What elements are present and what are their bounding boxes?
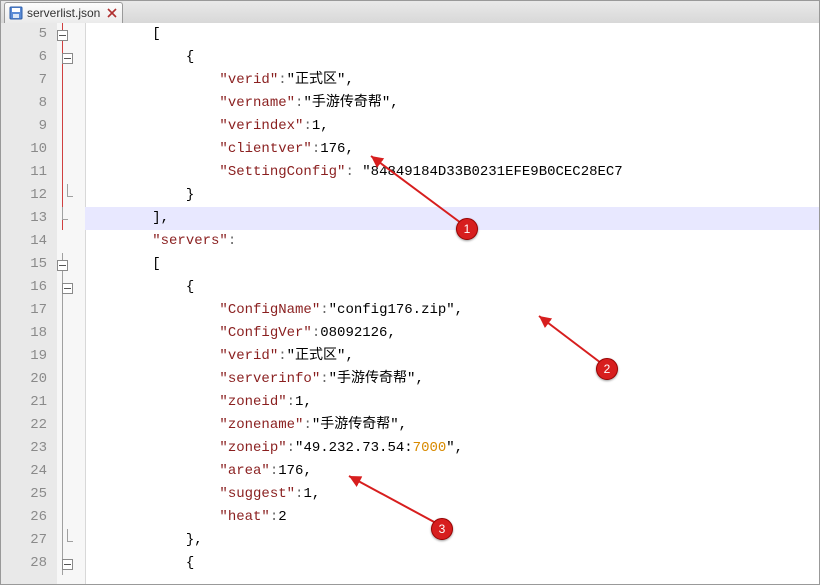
annotation-badge-3: 3	[431, 518, 453, 540]
line-number: 5	[1, 23, 57, 46]
code-line[interactable]: "suggest":1,	[85, 483, 819, 506]
fold-toggle-icon[interactable]	[57, 260, 68, 271]
code-line[interactable]: "servers":	[85, 230, 819, 253]
code-line[interactable]: "vername":"手游传奇帮",	[85, 92, 819, 115]
save-icon	[9, 6, 23, 20]
fold-toggle-icon[interactable]	[57, 30, 68, 41]
code-line[interactable]: "SettingConfig": "84849184D33B0231EFE9B0…	[85, 161, 819, 184]
code-line[interactable]: "serverinfo":"手游传奇帮",	[85, 368, 819, 391]
code-line[interactable]: {	[85, 46, 819, 69]
tab-close-icon[interactable]	[106, 7, 118, 19]
fold-toggle-icon[interactable]	[62, 53, 73, 64]
line-number: 7	[1, 69, 57, 92]
line-number: 17	[1, 299, 57, 322]
line-number: 21	[1, 391, 57, 414]
code-line[interactable]: [	[85, 253, 819, 276]
line-number: 8	[1, 92, 57, 115]
line-number: 19	[1, 345, 57, 368]
line-number: 25	[1, 483, 57, 506]
line-number: 22	[1, 414, 57, 437]
line-number: 23	[1, 437, 57, 460]
code-line[interactable]: ],	[85, 207, 819, 230]
code-line[interactable]: "zonename":"手游传奇帮",	[85, 414, 819, 437]
line-number: 18	[1, 322, 57, 345]
code-line[interactable]: "ConfigName":"config176.zip",	[85, 299, 819, 322]
line-number: 12	[1, 184, 57, 207]
line-number: 27	[1, 529, 57, 552]
line-number: 20	[1, 368, 57, 391]
tab-bar: serverlist.json	[1, 1, 819, 24]
fold-toggle-icon[interactable]	[62, 283, 73, 294]
line-number: 26	[1, 506, 57, 529]
line-number: 24	[1, 460, 57, 483]
line-number-gutter: 5678910111213141516171819202122232425262…	[1, 23, 58, 584]
tab-filename: serverlist.json	[27, 6, 100, 20]
code-line[interactable]: "verid":"正式区",	[85, 69, 819, 92]
code-line[interactable]: {	[85, 276, 819, 299]
line-number: 13	[1, 207, 57, 230]
code-line[interactable]: "zoneip":"49.232.73.54:7000",	[85, 437, 819, 460]
annotation-badge-1: 1	[456, 218, 478, 240]
line-number: 6	[1, 46, 57, 69]
code-editor[interactable]: 5678910111213141516171819202122232425262…	[1, 23, 819, 584]
code-line[interactable]: "verid":"正式区",	[85, 345, 819, 368]
code-line[interactable]: "ConfigVer":08092126,	[85, 322, 819, 345]
editor-window: serverlist.json 567891011121314151617181…	[0, 0, 820, 585]
line-number: 14	[1, 230, 57, 253]
code-line[interactable]: "zoneid":1,	[85, 391, 819, 414]
code-line[interactable]: "clientver":176,	[85, 138, 819, 161]
code-line[interactable]: {	[85, 552, 819, 575]
code-line[interactable]: [	[85, 23, 819, 46]
annotation-badge-2: 2	[596, 358, 618, 380]
line-number: 9	[1, 115, 57, 138]
line-number: 15	[1, 253, 57, 276]
line-number: 11	[1, 161, 57, 184]
fold-toggle-icon[interactable]	[62, 559, 73, 570]
line-number: 28	[1, 552, 57, 575]
code-line[interactable]: "area":176,	[85, 460, 819, 483]
line-number: 10	[1, 138, 57, 161]
code-line[interactable]: }	[85, 184, 819, 207]
code-area[interactable]: [ { "verid":"正式区", "vername":"手游传奇帮", "v…	[85, 23, 819, 584]
code-line[interactable]: "verindex":1,	[85, 115, 819, 138]
file-tab[interactable]: serverlist.json	[4, 2, 123, 23]
fold-column	[57, 23, 86, 584]
line-number: 16	[1, 276, 57, 299]
